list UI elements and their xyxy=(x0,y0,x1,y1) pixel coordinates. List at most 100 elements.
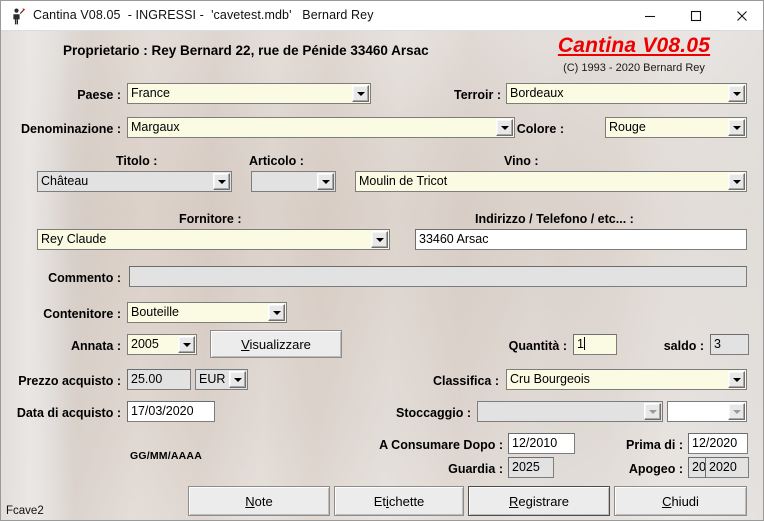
colore-combo[interactable]: Rouge xyxy=(605,117,747,138)
registrare-label: Registrare xyxy=(509,494,569,509)
form-client-area: Proprietario : Rey Bernard 22, rue de Pé… xyxy=(1,31,763,520)
label-contenitore: Contenitore : xyxy=(43,307,121,321)
quantita-value: 1 xyxy=(577,337,584,351)
label-consumare-dopo: A Consumare Dopo : xyxy=(379,438,503,452)
titolo-combo[interactable]: Château xyxy=(37,171,232,192)
chevron-down-icon[interactable] xyxy=(229,371,246,388)
chevron-down-icon[interactable] xyxy=(213,173,230,190)
chiudi-button[interactable]: Chiudi xyxy=(614,486,747,516)
annata-combo[interactable]: 2005 xyxy=(127,334,197,355)
etichette-after: chette xyxy=(388,493,425,509)
label-paese: Paese : xyxy=(77,88,121,102)
label-prima-di: Prima di : xyxy=(626,438,683,452)
etichette-button[interactable]: Etichette xyxy=(334,486,464,516)
saldo-value: 3 xyxy=(710,334,749,355)
classifica-combo[interactable]: Cru Bourgeois xyxy=(506,369,747,390)
label-data-acquisto: Data di acquisto : xyxy=(16,406,121,420)
form-code-label: Fcave2 xyxy=(6,505,44,517)
colore-value: Rouge xyxy=(605,117,747,138)
brand-block: Cantina V08.05 (C) 1993 - 2020 Bernard R… xyxy=(519,34,749,76)
chevron-down-icon[interactable] xyxy=(728,173,745,190)
label-terroir: Terroir : xyxy=(454,88,501,102)
chevron-down-icon[interactable] xyxy=(728,371,745,388)
contenitore-value: Bouteille xyxy=(127,302,287,323)
classifica-value: Cru Bourgeois xyxy=(506,369,747,390)
close-icon[interactable] xyxy=(719,1,763,30)
registrare-rest: egistrare xyxy=(518,493,569,509)
data-acquisto-hint: GG/MM/AAAA xyxy=(130,450,202,462)
label-vino: Vino : xyxy=(504,154,539,168)
apogeo-value-2: 2020 xyxy=(705,457,749,478)
prezzo-input[interactable]: 25.00 xyxy=(127,369,191,390)
indirizzo-input[interactable]: 33460 Arsac xyxy=(415,229,747,250)
contenitore-combo[interactable]: Bouteille xyxy=(127,302,287,323)
label-quantita: Quantità : xyxy=(508,339,567,353)
label-titolo: Titolo : xyxy=(116,154,158,168)
window-title-bar: Cantina V08.05 - INGRESSI - 'cavetest.md… xyxy=(1,1,763,31)
registrare-button[interactable]: Registrare xyxy=(468,486,610,516)
chevron-down-icon[interactable] xyxy=(268,304,285,321)
chevron-down-icon[interactable] xyxy=(317,173,334,190)
stoccaggio-secondary-combo[interactable] xyxy=(667,401,747,422)
paese-value: France xyxy=(127,83,371,104)
chevron-down-icon[interactable] xyxy=(728,403,745,420)
visualizzare-label: Visualizzare xyxy=(241,337,311,352)
label-saldo: saldo : xyxy=(663,339,704,353)
chiudi-label: Chiudi xyxy=(662,494,699,509)
titolo-value: Château xyxy=(37,171,232,192)
accel-v: V xyxy=(241,336,250,352)
owner-line: Proprietario : Rey Bernard 22, rue de Pé… xyxy=(63,43,429,58)
chevron-down-icon[interactable] xyxy=(178,336,195,353)
visualizzare-rest: isualizzare xyxy=(249,336,311,352)
chevron-down-icon[interactable] xyxy=(728,119,745,136)
label-prezzo: Prezzo acquisto : xyxy=(18,374,121,388)
label-apogeo: Apogeo : xyxy=(628,462,683,476)
label-fornitore: Fornitore : xyxy=(179,212,242,226)
vino-value: Moulin de Tricot xyxy=(355,171,747,192)
terroir-value: Bordeaux xyxy=(506,83,747,104)
chevron-down-icon[interactable] xyxy=(728,85,745,102)
app-person-icon xyxy=(10,7,28,25)
minimize-icon[interactable] xyxy=(627,1,673,30)
label-articolo: Articolo : xyxy=(249,154,304,168)
window-title: Cantina V08.05 - INGRESSI - 'cavetest.md… xyxy=(33,8,374,22)
note-label: Note xyxy=(245,494,272,509)
stoccaggio-combo[interactable] xyxy=(477,401,663,422)
consumare-dopo-input[interactable]: 12/2010 xyxy=(508,433,575,454)
vino-combo[interactable]: Moulin de Tricot xyxy=(355,171,747,192)
etichette-label: Etichette xyxy=(374,494,425,509)
brand-title: Cantina V08.05 xyxy=(557,34,711,57)
chevron-down-icon[interactable] xyxy=(352,85,369,102)
label-stoccaggio: Stoccaggio : xyxy=(395,406,471,420)
valuta-combo[interactable]: EUR xyxy=(195,369,248,390)
data-acquisto-input[interactable]: 17/03/2020 xyxy=(127,401,215,422)
label-guardia: Guardia : xyxy=(448,462,503,476)
chevron-down-icon[interactable] xyxy=(644,403,661,420)
articolo-combo[interactable] xyxy=(251,171,336,192)
stoccaggio-value xyxy=(477,401,663,422)
label-classifica: Classifica : xyxy=(432,374,499,388)
label-denominazione: Denominazione : xyxy=(20,122,121,136)
chevron-down-icon[interactable] xyxy=(371,231,388,248)
paese-combo[interactable]: France xyxy=(127,83,371,104)
label-commento: Commento : xyxy=(48,271,121,285)
maximize-icon[interactable] xyxy=(673,1,719,30)
accel-r: R xyxy=(509,493,519,509)
chiudi-rest: hiudi xyxy=(671,493,699,509)
brand-copyright: (C) 1993 - 2020 Bernard Rey xyxy=(563,62,705,74)
text-caret xyxy=(583,337,585,350)
label-annata: Annata : xyxy=(71,339,121,353)
prima-di-input[interactable]: 12/2020 xyxy=(688,433,748,454)
fornitore-combo[interactable]: Rey Claude xyxy=(37,229,390,250)
note-rest: ote xyxy=(254,493,273,509)
label-indirizzo: Indirizzo / Telefono / etc... : xyxy=(475,212,634,226)
accel-n: N xyxy=(245,493,255,509)
application-window: Cantina V08.05 - INGRESSI - 'cavetest.md… xyxy=(0,0,764,521)
commento-input[interactable] xyxy=(129,266,747,287)
label-colore: Colore : xyxy=(516,122,564,136)
terroir-combo[interactable]: Bordeaux xyxy=(506,83,747,104)
note-button[interactable]: Note xyxy=(188,486,330,516)
visualizzare-button[interactable]: Visualizzare xyxy=(210,330,342,358)
guardia-value: 2025 xyxy=(508,457,554,478)
fornitore-value: Rey Claude xyxy=(37,229,390,250)
